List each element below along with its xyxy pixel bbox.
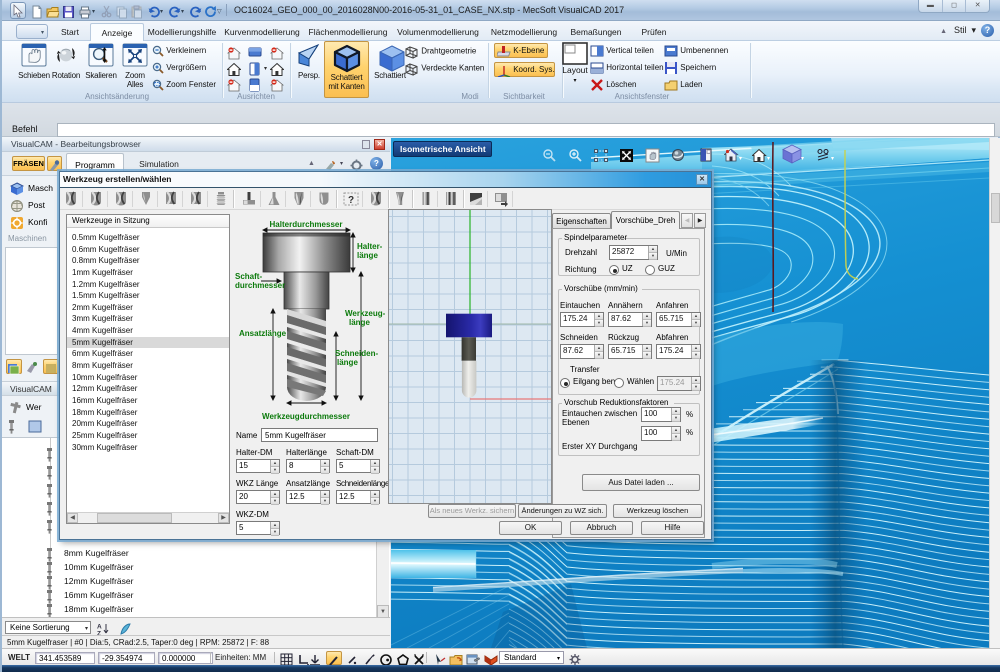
svg-text:Ansatzlänge: Ansatzlänge — [239, 329, 287, 338]
svg-text:Schneiden-: Schneiden- — [335, 349, 378, 358]
svg-text:länge: länge — [349, 318, 370, 327]
svg-text:Schaft-: Schaft- — [235, 272, 262, 281]
svg-text:Halter-: Halter- — [357, 242, 383, 251]
svg-text:Werkzeugdurchmesser: Werkzeugdurchmesser — [262, 412, 350, 421]
svg-text:Halterdurchmesser: Halterdurchmesser — [270, 220, 343, 229]
svg-text:länge: länge — [357, 251, 378, 260]
svg-text:länge: länge — [337, 358, 358, 367]
svg-text:Werkzeug-: Werkzeug- — [345, 309, 386, 318]
svg-text:durchmesser: durchmesser — [235, 281, 285, 290]
svg-text:A: A — [97, 623, 102, 630]
svg-text:?: ? — [348, 195, 354, 206]
